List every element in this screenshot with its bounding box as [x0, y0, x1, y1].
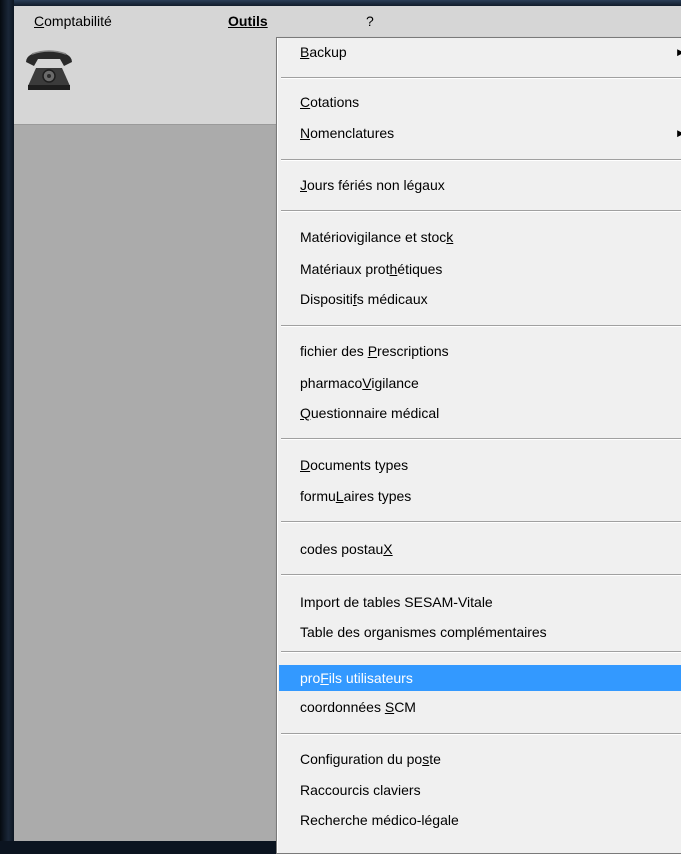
menu-separator: [281, 438, 681, 440]
menu-separator: [281, 733, 681, 735]
menu-item[interactable]: Matériaux prothétiques: [279, 256, 681, 282]
menu-item-label: proFils utilisateurs: [300, 670, 413, 686]
menu-item[interactable]: codes postauX: [279, 536, 681, 562]
menu-separator: [281, 574, 681, 576]
menu-item-label: codes postauX: [300, 541, 393, 557]
menu-item[interactable]: Table des organismes complémentaires: [279, 619, 681, 645]
menu-item[interactable]: Configuration du poste: [279, 746, 681, 772]
menu-item-label: Matériaux prothétiques: [300, 261, 443, 277]
menu-item[interactable]: Import de tables SESAM-Vitale: [279, 589, 681, 615]
menu-item[interactable]: Nomenclatures ▶: [279, 120, 681, 146]
menu-item-label: coordonnées SCM: [300, 699, 416, 715]
menu-item[interactable]: pharmacoVigilance: [279, 370, 681, 396]
menu-item-label: Import de tables SESAM-Vitale: [300, 594, 493, 610]
menu-item-label: Nomenclatures: [300, 125, 395, 141]
menu-item[interactable]: Matériovigilance et stock: [279, 224, 681, 250]
outils-dropdown-menu: Backup ▶ Cotations Nomenclatures ▶ Jours féri…: [276, 37, 681, 854]
menu-item-label: Raccourcis claviers: [300, 782, 421, 798]
menu-item[interactable]: Dispositifs médicaux: [279, 286, 681, 312]
menu-item-label: Jours fériés non légaux: [300, 177, 445, 193]
menu-item[interactable]: proFils utilisateurs: [279, 665, 681, 691]
menu-separator: [281, 651, 681, 653]
menu-separator: [281, 521, 681, 523]
telephone-icon[interactable]: [20, 46, 78, 94]
menu-item-label: formuLaires types: [300, 488, 412, 504]
menu-item-label: pharmacoVigilance: [300, 375, 419, 391]
menu-help[interactable]: ?: [366, 13, 374, 29]
menu-item-label: Matériovigilance et stock: [300, 229, 454, 245]
menu-item-label: Documents types: [300, 457, 409, 473]
menu-separator: [281, 159, 681, 161]
menu-item[interactable]: Cotations: [279, 89, 681, 115]
menu-item-label: Table des organismes complémentaires: [300, 624, 547, 640]
submenu-arrow-icon: ▶: [677, 128, 681, 138]
menu-item-label: Cotations: [300, 94, 360, 110]
menu-item-label: fichier des Prescriptions: [300, 343, 449, 359]
menu-comptabilite-rest: omptabilité: [44, 13, 112, 29]
menu-gutter: [277, 38, 278, 853]
menu-item[interactable]: Backup ▶: [279, 39, 681, 65]
window-frame-left: [0, 0, 14, 841]
menu-item[interactable]: coordonnées SCM: [279, 694, 681, 720]
menu-separator: [281, 210, 681, 212]
submenu-arrow-icon: ▶: [677, 47, 681, 57]
menu-item[interactable]: Raccourcis claviers: [279, 777, 681, 803]
menu-separator: [281, 325, 681, 327]
menu-item-label: Recherche médico-légale: [300, 812, 459, 828]
application-window: Comptabilité Outils ? Backup ▶ Cotations No…: [14, 6, 681, 854]
menu-item[interactable]: fichier des Prescriptions: [279, 338, 681, 364]
menu-item[interactable]: Jours fériés non légaux: [279, 172, 681, 198]
menu-item[interactable]: Documents types: [279, 452, 681, 478]
menu-item[interactable]: Questionnaire médical: [279, 400, 681, 426]
menu-item[interactable]: Recherche médico-légale: [279, 807, 681, 833]
menu-outils[interactable]: Outils: [228, 13, 268, 29]
menu-comptabilite-accel: C: [34, 13, 45, 29]
menu-item-label: Backup: [300, 44, 347, 60]
menu-item-label: Dispositifs médicaux: [300, 291, 428, 307]
menu-comptabilite[interactable]: Comptabilité: [34, 13, 112, 29]
menu-item-label: Configuration du poste: [300, 751, 441, 767]
menu-item[interactable]: formuLaires types: [279, 483, 681, 509]
menu-bar: Comptabilité Outils ?: [14, 6, 681, 38]
menu-item-label: Questionnaire médical: [300, 405, 440, 421]
menu-separator: [281, 77, 681, 79]
